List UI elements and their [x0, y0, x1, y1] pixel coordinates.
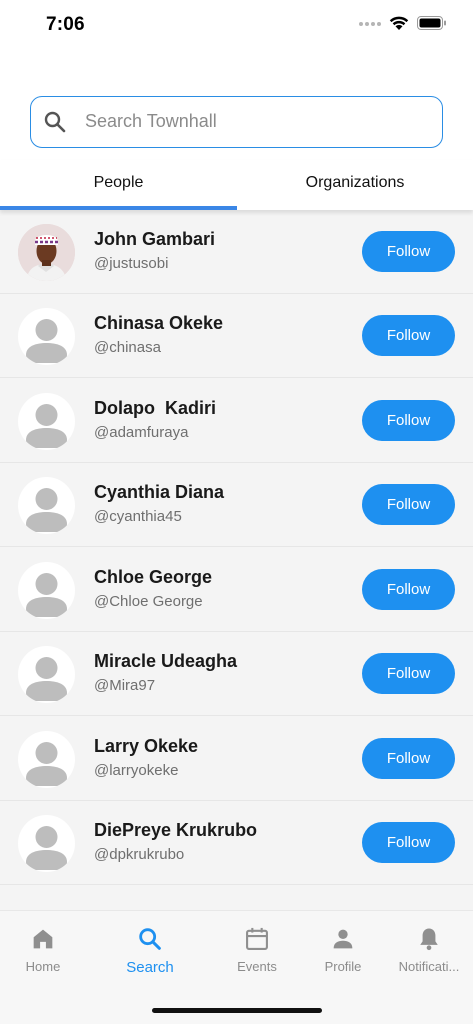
tab-people[interactable]: People — [0, 160, 237, 206]
list-item[interactable]: DiePreye Krukrubo @dpkrukrubo Follow — [0, 801, 473, 885]
follow-button[interactable]: Follow — [362, 484, 455, 525]
bottom-nav: Home Search Events Profile Notificati... — [0, 910, 473, 1024]
search-input[interactable] — [85, 97, 425, 146]
default-avatar-icon — [18, 815, 75, 872]
people-list[interactable]: John Gambari @justusobi Follow Chinasa O… — [0, 210, 473, 910]
person-name: Chinasa Okeke — [94, 313, 224, 333]
default-avatar-icon — [18, 308, 75, 365]
follow-button[interactable]: Follow — [362, 569, 455, 610]
default-avatar-icon — [18, 731, 75, 788]
nav-events-label: Events — [237, 959, 277, 974]
person-handle: @Chloe George — [94, 593, 203, 610]
home-icon — [0, 925, 90, 953]
person-handle: @justusobi — [94, 255, 169, 272]
calendar-icon — [210, 925, 304, 953]
follow-button[interactable]: Follow — [362, 653, 455, 694]
person-name: Dolapo Kadiri — [94, 398, 217, 418]
signal-icon — [359, 21, 381, 26]
follow-button[interactable]: Follow — [362, 738, 455, 779]
default-avatar-icon — [18, 646, 75, 703]
list-item[interactable]: Dolapo Kadiri @adamfuraya Follow — [0, 379, 473, 463]
tab-bar: People Organizations — [0, 160, 473, 210]
tab-indicator — [0, 206, 237, 210]
avatar-photo — [18, 224, 75, 281]
battery-icon — [417, 16, 447, 31]
list-item[interactable]: Larry Okeke @larryokeke Follow — [0, 717, 473, 801]
follow-button[interactable]: Follow — [362, 822, 455, 863]
default-avatar-icon — [18, 393, 75, 450]
nav-search[interactable]: Search — [103, 925, 197, 981]
follow-button[interactable]: Follow — [362, 231, 455, 272]
nav-profile[interactable]: Profile — [296, 925, 390, 981]
nav-search-label: Search — [126, 959, 174, 976]
tab-people-label: People — [93, 174, 144, 191]
home-indicator — [152, 1008, 322, 1013]
tab-organizations-label: Organizations — [305, 174, 405, 191]
person-handle: @larryokeke — [94, 762, 179, 779]
nav-home[interactable]: Home — [0, 925, 90, 981]
person-handle: @dpkrukrubo — [94, 846, 185, 863]
person-handle: @adamfuraya — [94, 424, 189, 441]
list-item[interactable]: Miracle Udeagha @Mira97 Follow — [0, 632, 473, 716]
status-bar: 7:06 — [0, 0, 473, 52]
bell-icon — [382, 925, 473, 953]
nav-notifications[interactable]: Notificati... — [382, 925, 473, 981]
search-box[interactable] — [30, 96, 443, 148]
person-handle: @chinasa — [94, 339, 161, 356]
person-name: DiePreye Krukrubo — [94, 820, 258, 840]
search-icon — [43, 110, 67, 139]
list-item[interactable]: John Gambari @justusobi Follow — [0, 210, 473, 294]
search-icon — [103, 925, 197, 953]
default-avatar-icon — [18, 562, 75, 619]
nav-home-label: Home — [25, 959, 61, 974]
follow-button[interactable]: Follow — [362, 315, 455, 356]
list-item[interactable]: Cyanthia Diana @cyanthia45 Follow — [0, 463, 473, 547]
person-name: Larry Okeke — [94, 736, 199, 756]
nav-notifications-label: Notificati... — [398, 959, 460, 974]
person-name: Miracle Udeagha — [94, 651, 238, 671]
person-name: Cyanthia Diana — [94, 482, 225, 502]
person-name: Chloe George — [94, 567, 213, 587]
default-avatar-icon — [18, 477, 75, 534]
person-icon — [296, 925, 390, 953]
person-handle: @Mira97 — [94, 677, 156, 694]
person-handle: @cyanthia45 — [94, 508, 182, 525]
follow-button[interactable]: Follow — [362, 400, 455, 441]
person-name: John Gambari — [94, 229, 216, 249]
list-item[interactable]: Chloe George @Chloe George Follow — [0, 548, 473, 632]
status-icons — [359, 16, 447, 31]
wifi-icon — [389, 16, 409, 31]
nav-profile-label: Profile — [324, 959, 362, 974]
status-time: 7:06 — [46, 14, 85, 35]
tab-organizations[interactable]: Organizations — [237, 160, 473, 206]
list-item[interactable]: Chinasa Okeke @chinasa Follow — [0, 294, 473, 378]
nav-events[interactable]: Events — [210, 925, 304, 981]
